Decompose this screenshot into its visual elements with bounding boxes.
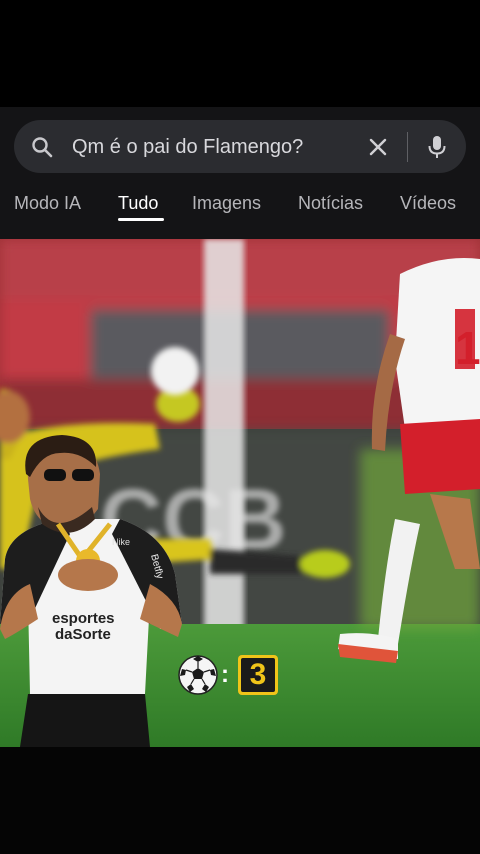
score-box: 3 — [238, 655, 278, 695]
search-divider — [407, 132, 408, 162]
shirt-sponsor-1: esportes — [52, 610, 115, 627]
tab-tudo[interactable]: Tudo — [118, 191, 158, 215]
score-separator: : — [221, 661, 229, 688]
soccer-ball-icon — [178, 655, 218, 695]
mic-icon[interactable] — [426, 134, 448, 160]
tab-videos[interactable]: Vídeos — [400, 191, 456, 215]
search-icon[interactable] — [30, 135, 54, 159]
tab-imagens[interactable]: Imagens — [192, 191, 261, 215]
ball-in-air — [151, 347, 199, 395]
tab-noticias[interactable]: Notícias — [298, 191, 363, 215]
shirt-sponsor-2: daSorte — [55, 626, 111, 643]
bottom-bar — [0, 747, 480, 854]
goal-post — [204, 239, 244, 634]
close-icon[interactable] — [366, 135, 390, 159]
shirt-brand: Nike — [112, 537, 130, 547]
active-tab-indicator — [118, 218, 164, 221]
tab-modo-ia[interactable]: Modo IA — [14, 191, 81, 215]
player-number: 11 — [455, 322, 480, 374]
score-value: 3 — [241, 658, 275, 692]
search-query-input[interactable]: Qm é o pai do Flamengo? — [72, 133, 303, 161]
